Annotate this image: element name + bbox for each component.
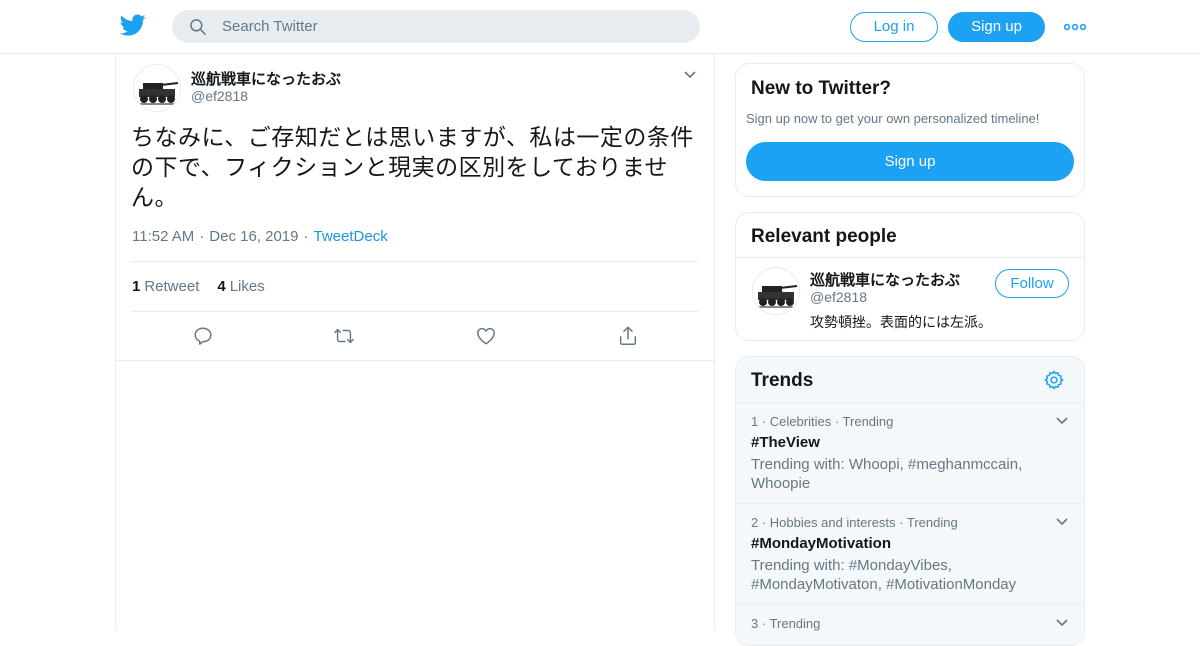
retweet-icon[interactable] [333, 325, 355, 347]
trend-context: 2 · Hobbies and interests · Trending [751, 515, 958, 530]
tweet-stats: 1 Retweet 4 Likes [132, 278, 265, 295]
like-heart-icon[interactable] [475, 325, 497, 347]
search-input[interactable] [222, 10, 682, 43]
divider [131, 261, 699, 262]
settings-gear-icon[interactable] [1043, 369, 1065, 391]
tank-avatar-icon [134, 65, 180, 111]
more-options-icon[interactable] [1064, 22, 1086, 32]
trend-item[interactable]: 1 · Celebrities · Trending #TheView Tren… [736, 402, 1084, 503]
search-icon [190, 19, 206, 35]
trend-name[interactable]: #TheView [751, 434, 820, 451]
retweets-stat[interactable]: 1 Retweet [132, 278, 199, 295]
chevron-down-icon[interactable] [1055, 416, 1069, 426]
trend-context: 3 · Trending [751, 616, 821, 631]
avatar[interactable] [752, 267, 800, 315]
tank-avatar-icon [753, 268, 799, 314]
author-handle[interactable]: @ef2818 [191, 88, 248, 104]
tweet-text: ちなみに、ご存知だとは思いますが、私は一定の条件の下で、フィクションと現実の区別… [131, 124, 694, 210]
relevant-people-card: Relevant people 巡航戦車になったおぶ @ef2818 攻勢頓挫。… [735, 212, 1085, 341]
new-to-twitter-subtitle: Sign up now to get your own personalized… [746, 111, 1040, 126]
sidebar-signup-button[interactable]: Sign up [746, 142, 1074, 181]
person-bio: 攻勢頓挫。表面的には左派。 [810, 314, 992, 330]
reply-icon[interactable] [192, 325, 214, 347]
chevron-down-icon[interactable] [683, 70, 697, 80]
new-to-twitter-title: New to Twitter? [751, 78, 892, 99]
trend-context: 1 · Celebrities · Trending [751, 414, 894, 429]
divider [131, 311, 699, 312]
tweet-column: 巡航戦車になったおぶ @ef2818 ちなみに、ご存知だとは思いますが、私は一定… [115, 54, 715, 630]
login-button[interactable]: Log in [850, 12, 938, 42]
top-bar: Log in Sign up [0, 0, 1200, 54]
trend-with: Trending with: #MondayVibes, #MondayMoti… [751, 557, 1017, 593]
retweets-count: 1 [132, 278, 141, 295]
chevron-down-icon[interactable] [1055, 517, 1069, 527]
relevant-people-title: Relevant people [751, 226, 897, 247]
search-bar[interactable] [172, 10, 700, 43]
tweet-meta: 11:52 AM · Dec 16, 2019 · TweetDeck [132, 228, 388, 245]
trends-card: Trends 1 · Celebrities · Trending #TheVi… [735, 356, 1085, 646]
tweet-time[interactable]: 11:52 AM [132, 228, 194, 245]
tweet: 巡航戦車になったおぶ @ef2818 ちなみに、ご存知だとは思いますが、私は一定… [116, 54, 714, 361]
trend-name[interactable]: #MondayMotivation [751, 535, 891, 552]
trends-title: Trends [751, 370, 814, 391]
trend-with: Trending with: Whoopi, #meghanmccain, Wh… [751, 456, 1023, 492]
likes-stat[interactable]: 4 Likes [217, 278, 264, 295]
likes-count: 4 [217, 278, 226, 295]
person-name[interactable]: 巡航戦車になったおぶ [810, 269, 960, 290]
tweet-source-link[interactable]: TweetDeck [314, 228, 388, 245]
avatar[interactable] [133, 64, 181, 112]
retweets-label: Retweet [144, 278, 200, 295]
share-icon[interactable] [617, 325, 639, 347]
chevron-down-icon[interactable] [1055, 618, 1069, 628]
tweet-date[interactable]: Dec 16, 2019 [209, 228, 298, 245]
person-handle[interactable]: @ef2818 [810, 289, 867, 305]
follow-button[interactable]: Follow [995, 269, 1069, 298]
new-to-twitter-card: New to Twitter? Sign up now to get your … [735, 63, 1085, 197]
signup-button[interactable]: Sign up [948, 12, 1045, 42]
twitter-bird-logo-icon[interactable] [120, 12, 146, 38]
trend-item[interactable]: 3 · Trending [736, 604, 1084, 644]
likes-label: Likes [229, 278, 265, 295]
trend-item[interactable]: 2 · Hobbies and interests · Trending #Mo… [736, 503, 1084, 604]
divider [736, 257, 1084, 258]
author-name[interactable]: 巡航戦車になったおぶ [191, 68, 341, 89]
